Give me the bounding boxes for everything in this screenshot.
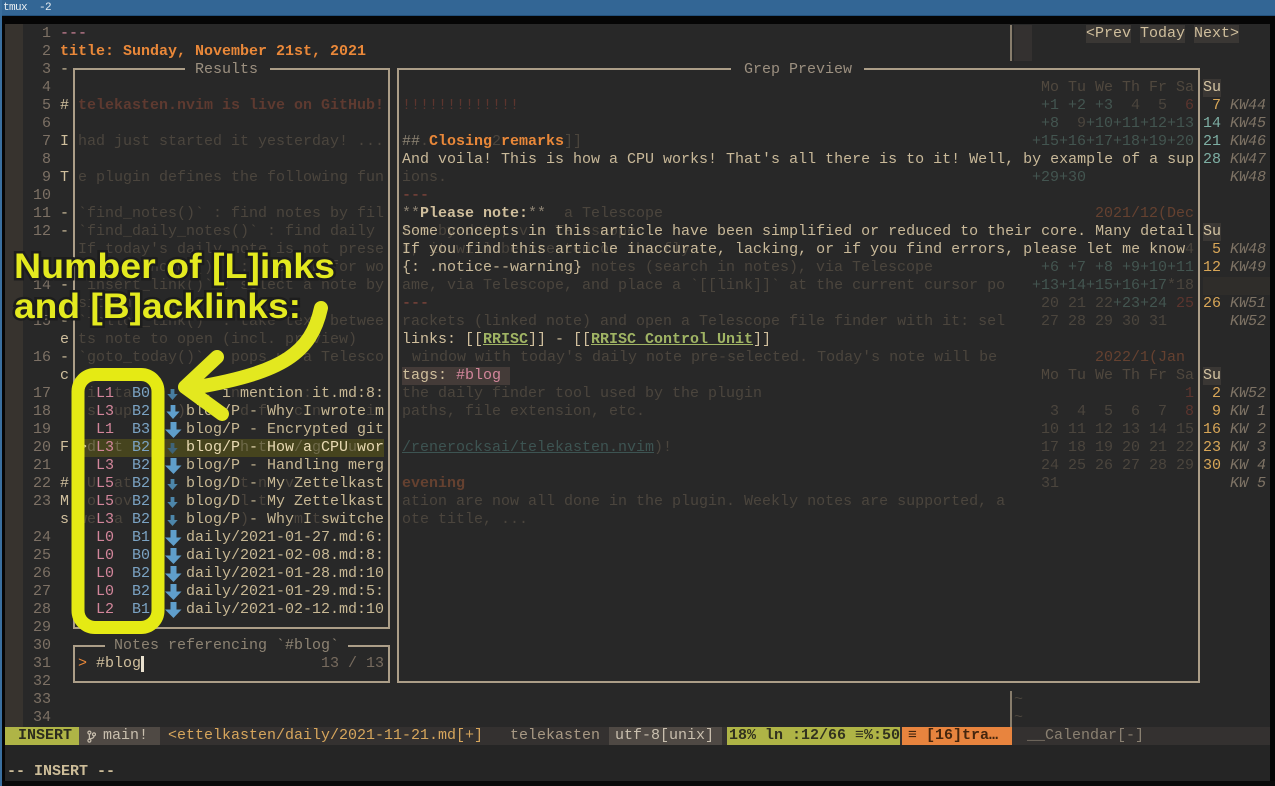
svg-text:and [B]acklinks:: and [B]acklinks: — [14, 287, 301, 326]
svg-text:Number of [L]inks: Number of [L]inks — [14, 247, 335, 286]
